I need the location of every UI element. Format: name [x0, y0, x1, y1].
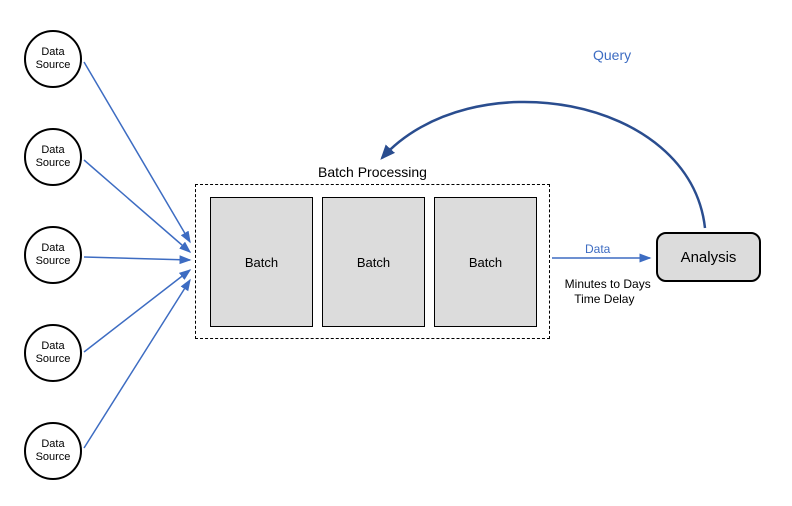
arrow-source-3: [84, 257, 190, 260]
analysis-box: Analysis: [656, 232, 761, 282]
query-label: Query: [593, 47, 631, 63]
arrow-source-2: [84, 160, 190, 252]
data-source-label: DataSource: [36, 46, 71, 72]
data-source-2: DataSource: [24, 128, 82, 186]
batch-box-1: Batch: [210, 197, 313, 327]
data-label: Data: [585, 242, 610, 256]
arrow-source-4: [84, 270, 190, 352]
batch-processing-title: Batch Processing: [195, 164, 550, 180]
batch-label: Batch: [469, 255, 502, 270]
batch-box-3: Batch: [434, 197, 537, 327]
data-source-label: DataSource: [36, 144, 71, 170]
analysis-label: Analysis: [681, 249, 737, 266]
batch-label: Batch: [245, 255, 278, 270]
data-source-label: DataSource: [36, 438, 71, 464]
data-source-4: DataSource: [24, 324, 82, 382]
data-source-label: DataSource: [36, 340, 71, 366]
data-source-label: DataSource: [36, 242, 71, 268]
data-source-5: DataSource: [24, 422, 82, 480]
batch-box-2: Batch: [322, 197, 425, 327]
batch-processing-container: Batch Batch Batch: [195, 184, 550, 339]
arrow-source-5: [84, 280, 190, 448]
data-source-1: DataSource: [24, 30, 82, 88]
delay-label: Minutes to DaysTime Delay: [558, 261, 651, 308]
data-source-3: DataSource: [24, 226, 82, 284]
arrow-source-1: [84, 62, 190, 242]
batch-label: Batch: [357, 255, 390, 270]
